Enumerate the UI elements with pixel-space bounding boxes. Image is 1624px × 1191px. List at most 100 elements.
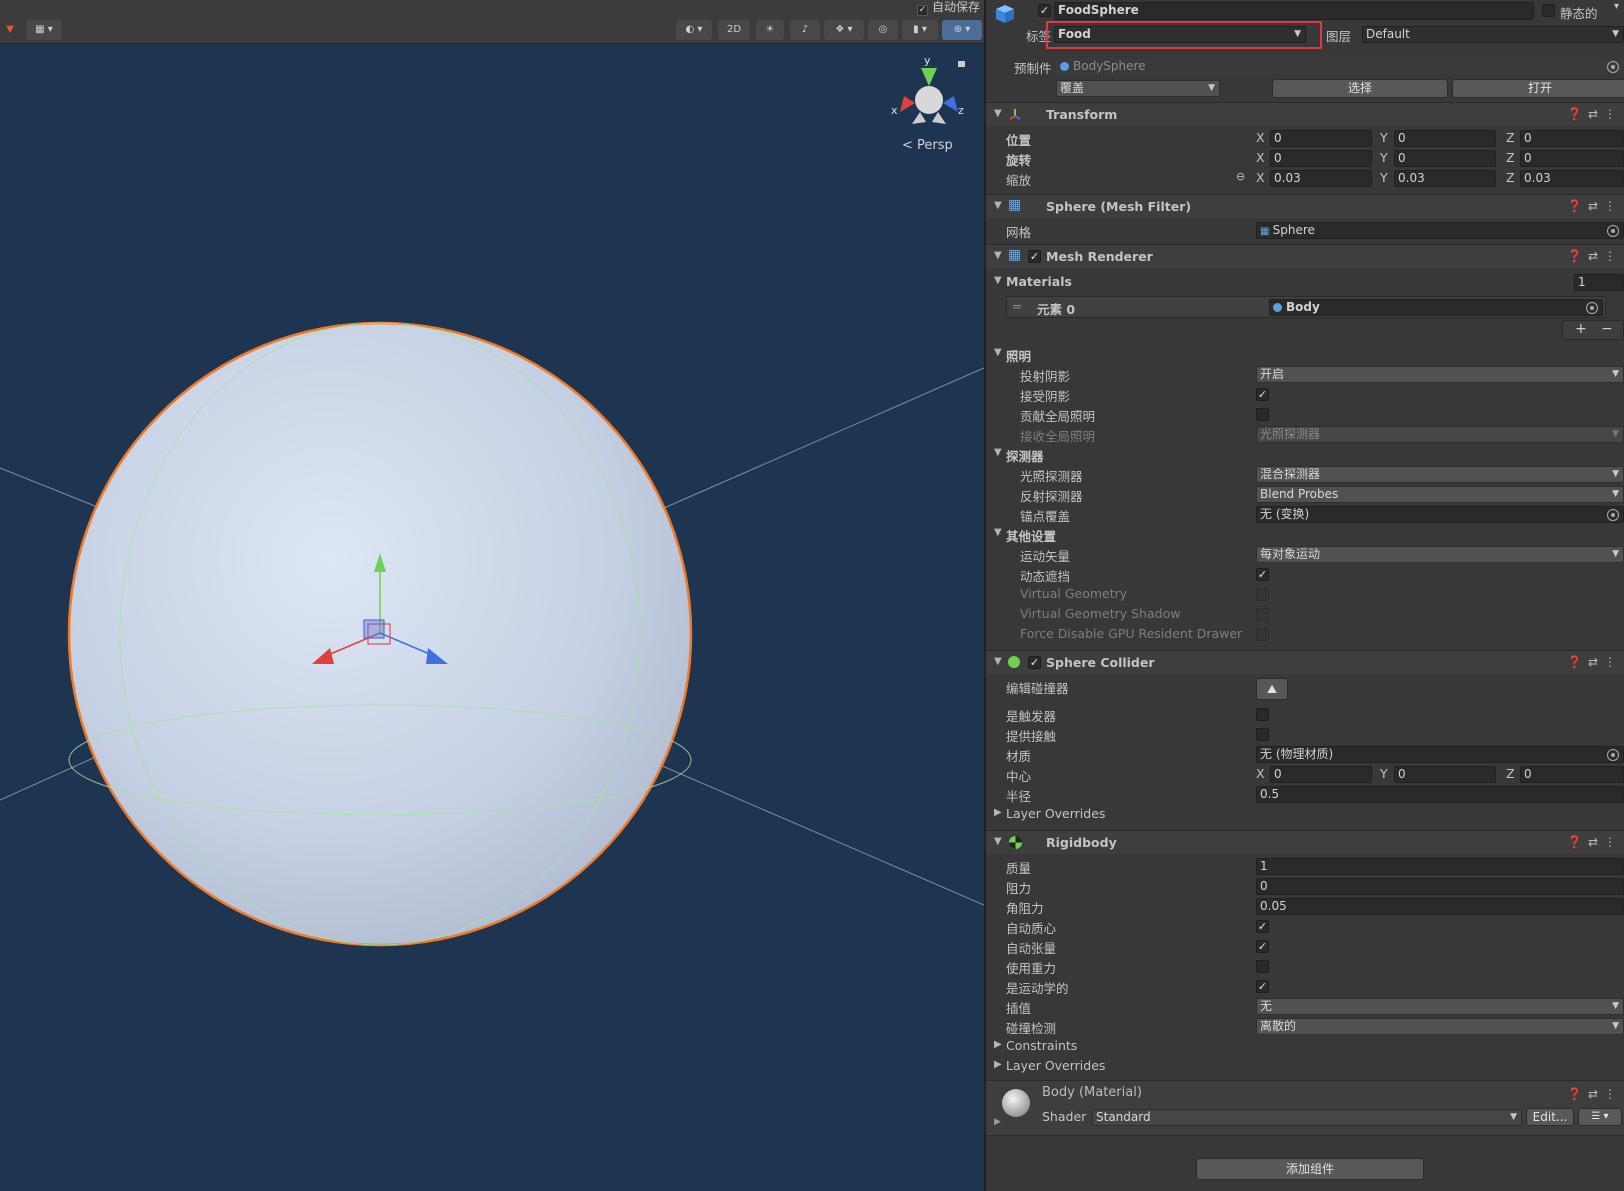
active-checkbox[interactable]: ✓ <box>1038 4 1051 17</box>
shader-options-icon[interactable]: ☰ ▾ <box>1578 1108 1622 1126</box>
other-settings-section[interactable]: ▼ 其他设置 <box>986 524 1624 544</box>
fold-arrow-icon[interactable]: ▼ <box>994 527 1002 538</box>
grid-snap-button[interactable]: ▦ ▾ <box>26 20 62 40</box>
receive-shadows-checkbox[interactable]: ✓ <box>1256 388 1269 401</box>
rotation-z-input[interactable]: 0 <box>1520 150 1624 167</box>
camera-settings-icon[interactable]: ▮ ▾ <box>902 20 938 40</box>
fold-arrow-icon[interactable]: ▼ <box>994 447 1002 458</box>
is-kinematic-checkbox[interactable]: ✓ <box>1256 980 1269 993</box>
overrides-dropdown[interactable]: 覆盖 ▼ <box>1056 80 1220 97</box>
shader-dropdown[interactable]: Standard ▼ <box>1092 1109 1522 1126</box>
2d-toggle-button[interactable]: 2D <box>718 20 750 40</box>
audio-toggle-icon[interactable]: ♪ <box>790 20 820 40</box>
fold-arrow-icon[interactable]: ▶ <box>994 807 1002 818</box>
scene-canvas[interactable]: y x z <box>0 0 984 1191</box>
fold-arrow-icon[interactable]: ▼ <box>994 656 1002 667</box>
cast-shadows-dropdown[interactable]: 开启 ▼ <box>1256 366 1624 383</box>
angular-drag-input[interactable]: 0.05 <box>1256 898 1624 915</box>
material-element-field[interactable]: Body <box>1269 299 1603 316</box>
scale-z-input[interactable]: 0.03 <box>1520 170 1624 187</box>
scene-view[interactable]: y x z ▼ ▦ ▾ ◐ ▾ 2D ☀ ♪ ❖ ▾ ◎ ▮ ▾ ⊕ ▾ ✓ 自动… <box>0 0 984 1191</box>
collision-detection-dropdown[interactable]: 离散的 ▼ <box>1256 1018 1624 1035</box>
virtual-geometry-checkbox[interactable] <box>1256 588 1269 601</box>
edit-collider-icon[interactable]: ⛰ <box>1256 678 1288 700</box>
sphere-collider-enabled-checkbox[interactable]: ✓ <box>1028 656 1041 669</box>
component-menu-icons[interactable]: ❓⇄⋮ <box>1567 249 1622 263</box>
static-checkbox[interactable] <box>1542 4 1555 17</box>
receive-gi-dropdown[interactable]: 光照探测器 ▼ <box>1256 426 1624 443</box>
fold-arrow-icon[interactable]: ▼ <box>994 347 1002 358</box>
materials-row[interactable]: ▼ Materials 1 <box>986 272 1624 292</box>
autosave-checkbox[interactable]: ✓ <box>916 5 928 16</box>
constrain-proportions-icon[interactable]: ⊖ <box>1236 170 1245 183</box>
add-element-icon[interactable]: + <box>1575 321 1587 337</box>
component-menu-icons[interactable]: ❓⇄⋮ <box>1567 835 1622 849</box>
provides-contacts-checkbox[interactable] <box>1256 728 1269 741</box>
rotation-x-input[interactable]: 0 <box>1270 150 1372 167</box>
transform-header[interactable]: ▼ Transform ❓⇄⋮ <box>986 102 1624 126</box>
mesh-picker-icon[interactable] <box>1607 225 1619 237</box>
lighting-section[interactable]: ▼ 照明 <box>986 344 1624 364</box>
interpolate-dropdown[interactable]: 无 ▼ <box>1256 998 1624 1015</box>
select-button[interactable]: 选择 <box>1272 79 1448 98</box>
rigidbody-layer-overrides-row[interactable]: ▶ Layer Overrides <box>986 1056 1624 1076</box>
motion-vectors-dropdown[interactable]: 每对象运动 ▼ <box>1256 546 1624 563</box>
fold-arrow-icon[interactable]: ▼ <box>994 836 1002 847</box>
fold-arrow-icon[interactable]: ▶ <box>994 1117 1001 1127</box>
drag-handle-icon[interactable]: ═ <box>1013 299 1021 314</box>
mesh-filter-header[interactable]: ▼ ▦ Sphere (Mesh Filter) ❓⇄⋮ <box>986 194 1624 218</box>
constraints-row[interactable]: ▶ Constraints <box>986 1036 1624 1056</box>
fold-arrow-icon[interactable]: ▶ <box>994 1059 1002 1070</box>
anchor-picker-icon[interactable] <box>1607 509 1619 521</box>
tool-dropdown[interactable]: ▼ <box>0 20 20 40</box>
mesh-renderer-enabled-checkbox[interactable]: ✓ <box>1028 250 1041 263</box>
auto-com-checkbox[interactable]: ✓ <box>1256 920 1269 933</box>
shader-edit-button[interactable]: Edit... <box>1526 1108 1574 1126</box>
auto-tensor-checkbox[interactable]: ✓ <box>1256 940 1269 953</box>
effects-dropdown-icon[interactable]: ❖ ▾ <box>824 20 864 40</box>
contribute-gi-checkbox[interactable] <box>1256 408 1269 421</box>
position-z-input[interactable]: 0 <box>1520 130 1624 147</box>
position-x-input[interactable]: 0 <box>1270 130 1372 147</box>
use-gravity-checkbox[interactable] <box>1256 960 1269 973</box>
sphere-collider-header[interactable]: ▼ ✓ Sphere Collider ❓⇄⋮ <box>986 650 1624 674</box>
light-probes-dropdown[interactable]: 混合探测器 ▼ <box>1256 466 1624 483</box>
rotation-y-input[interactable]: 0 <box>1394 150 1496 167</box>
prefab-picker-icon[interactable] <box>1607 61 1619 73</box>
component-menu-icons[interactable]: ❓⇄⋮ <box>1567 1087 1622 1101</box>
material-picker-icon[interactable] <box>1586 302 1598 314</box>
component-menu-icons[interactable]: ❓⇄⋮ <box>1567 107 1622 121</box>
shading-mode-button[interactable]: ◐ ▾ <box>676 20 712 40</box>
object-name-input[interactable]: FoodSphere <box>1054 2 1534 20</box>
radius-input[interactable]: 0.5 <box>1256 786 1624 803</box>
lighting-toggle-icon[interactable]: ☀ <box>756 20 784 40</box>
reflection-probes-dropdown[interactable]: Blend Probes ▼ <box>1256 486 1624 503</box>
open-button[interactable]: 打开 <box>1452 79 1624 98</box>
mesh-renderer-header[interactable]: ▼ ▦ ✓ Mesh Renderer ❓⇄⋮ <box>986 244 1624 268</box>
fold-arrow-icon[interactable]: ▼ <box>994 250 1002 261</box>
position-y-input[interactable]: 0 <box>1394 130 1496 147</box>
scale-y-input[interactable]: 0.03 <box>1394 170 1496 187</box>
collider-material-field[interactable]: 无 (物理材质) <box>1256 746 1624 763</box>
probes-section[interactable]: ▼ 探测器 <box>986 444 1624 464</box>
component-menu-icons[interactable]: ❓⇄⋮ <box>1567 655 1622 669</box>
fold-arrow-icon[interactable]: ▶ <box>994 1039 1002 1050</box>
static-dropdown-icon[interactable]: ▾ <box>1614 1 1619 12</box>
hidden-objects-icon[interactable]: ◎ <box>868 20 898 40</box>
rigidbody-header[interactable]: ▼ Rigidbody ❓⇄⋮ <box>986 830 1624 854</box>
virtual-geometry-shadow-checkbox[interactable] <box>1256 608 1269 621</box>
gizmos-dropdown-icon[interactable]: ⊕ ▾ <box>942 20 982 40</box>
layer-dropdown[interactable]: Default ▼ <box>1362 26 1624 43</box>
collider-material-picker-icon[interactable] <box>1607 749 1619 761</box>
anchor-override-field[interactable]: 无 (变换) <box>1256 506 1624 523</box>
perspective-label[interactable]: < Persp <box>902 138 953 153</box>
dynamic-occlusion-checkbox[interactable]: ✓ <box>1256 568 1269 581</box>
is-trigger-checkbox[interactable] <box>1256 708 1269 721</box>
fold-arrow-icon[interactable]: ▼ <box>994 275 1002 286</box>
scale-x-input[interactable]: 0.03 <box>1270 170 1372 187</box>
autosave-toggle[interactable]: ✓ 自动保存 <box>916 0 980 16</box>
collider-layer-overrides-row[interactable]: ▶ Layer Overrides <box>986 804 1624 824</box>
materials-count-input[interactable]: 1 <box>1574 274 1624 291</box>
add-component-button[interactable]: 添加组件 <box>1196 1158 1424 1180</box>
mass-input[interactable]: 1 <box>1256 858 1624 875</box>
